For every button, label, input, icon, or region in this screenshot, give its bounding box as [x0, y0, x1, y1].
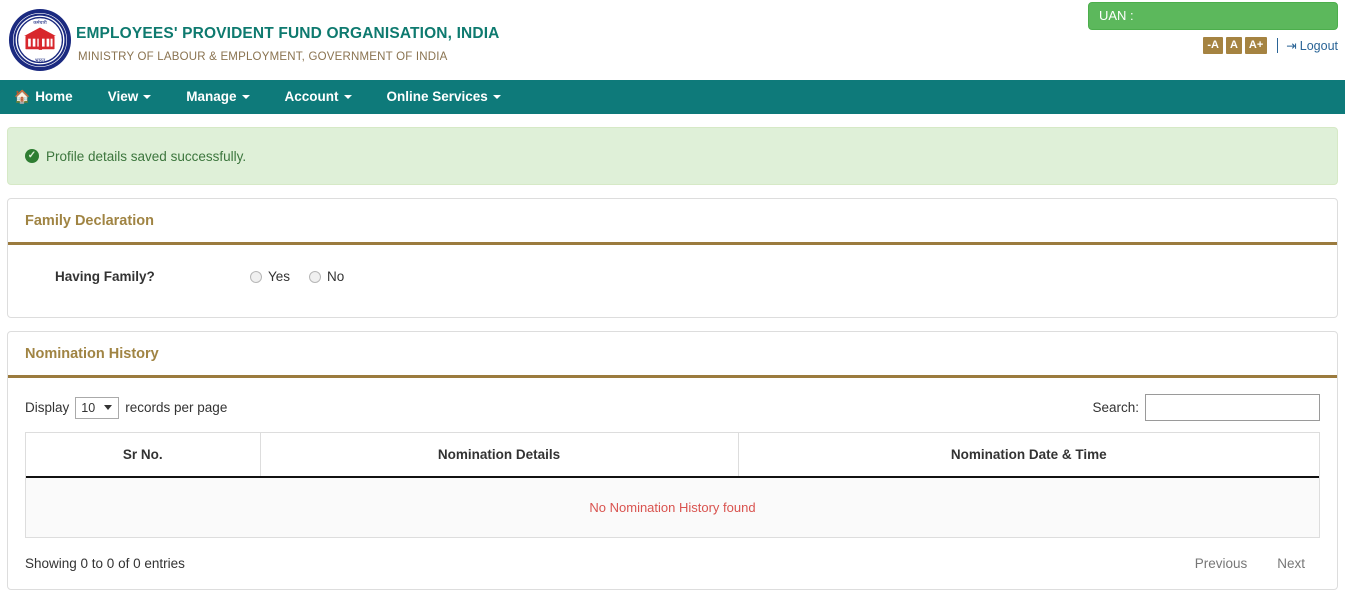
nav-item-account[interactable]: Account — [285, 80, 369, 114]
display-prefix-label: Display — [25, 400, 70, 415]
chevron-down-icon — [143, 95, 152, 100]
having-family-label: Having Family? — [55, 269, 155, 284]
having-family-radio-group: Yes No — [250, 269, 363, 284]
logout-button[interactable]: ⇥ Logout — [1286, 38, 1338, 53]
logout-label: Logout — [1299, 39, 1338, 53]
brand: कर्मचारी भारत EMPLOYEES' PROVIDENT FUND … — [0, 0, 500, 80]
page-content: ✓ Profile details saved successfully. Fa… — [0, 127, 1345, 590]
table-body: No Nomination History found — [26, 477, 1319, 538]
epfo-logo: कर्मचारी भारत — [0, 0, 76, 80]
nav-item-home[interactable]: 🏠 Home — [14, 80, 90, 114]
nomination-history-title: Nomination History — [25, 346, 159, 362]
datatable-footer: Showing 0 to 0 of 0 entries Previous Nex… — [25, 554, 1320, 573]
svg-text:भारत: भारत — [35, 58, 46, 64]
records-per-page-select[interactable]: 10 — [75, 396, 120, 419]
family-declaration-body: Having Family? Yes No — [8, 245, 1337, 317]
radio-no-icon[interactable] — [309, 270, 322, 283]
epfo-emblem-icon: कर्मचारी भारत — [8, 8, 72, 72]
nav-item-home-label: Home — [35, 89, 73, 104]
radio-yes-icon[interactable] — [250, 270, 262, 283]
datatable-controls: Display 10 records per page Search: — [25, 394, 1320, 421]
family-declaration-heading: Family Declaration — [8, 199, 1337, 245]
chevron-down-icon — [104, 405, 113, 410]
font-increase-button[interactable]: A+ — [1244, 37, 1268, 54]
nav-item-online-services-label: Online Services — [386, 89, 488, 104]
having-family-row: Having Family? Yes No — [25, 261, 1320, 301]
column-header-sr-no[interactable]: Sr No. — [26, 433, 261, 478]
header-right: UAN : -A A A+ ⇥ Logout — [1088, 0, 1338, 54]
search-input[interactable] — [1145, 394, 1320, 421]
nav-item-manage-label: Manage — [186, 89, 237, 104]
search-label: Search: — [1092, 400, 1139, 415]
home-icon: 🏠 — [14, 89, 31, 104]
nav-item-view-label: View — [107, 89, 139, 104]
nav-item-view[interactable]: View — [108, 80, 169, 114]
success-alert: ✓ Profile details saved successfully. — [7, 127, 1338, 185]
display-suffix-label: records per page — [125, 400, 228, 415]
font-normal-button[interactable]: A — [1225, 37, 1242, 54]
having-family-no-option[interactable]: No — [309, 269, 344, 284]
uan-display: UAN : — [1088, 2, 1338, 30]
logout-icon: ⇥ — [1286, 39, 1297, 53]
brand-text: EMPLOYEES' PROVIDENT FUND ORGANISATION, … — [76, 0, 500, 63]
nomination-history-body: Display 10 records per page Search: Sr N… — [8, 378, 1337, 589]
having-family-yes-label: Yes — [268, 269, 291, 284]
table-info: Showing 0 to 0 of 0 entries — [25, 556, 185, 571]
table-row: No Nomination History found — [26, 477, 1319, 538]
success-alert-message: Profile details saved successfully. — [46, 148, 247, 164]
nomination-history-table: Sr No. Nomination Details Nomination Dat… — [26, 433, 1319, 538]
organisation-name: EMPLOYEES' PROVIDENT FUND ORGANISATION, … — [76, 25, 500, 42]
next-page-button[interactable]: Next — [1262, 554, 1320, 573]
previous-page-button[interactable]: Previous — [1180, 554, 1263, 573]
font-decrease-button[interactable]: -A — [1203, 37, 1223, 54]
nav-item-account-label: Account — [284, 89, 339, 104]
column-header-nomination-details[interactable]: Nomination Details — [260, 433, 739, 478]
nav-item-online-services[interactable]: Online Services — [387, 80, 518, 114]
site-header: कर्मचारी भारत EMPLOYEES' PROVIDENT FUND … — [0, 0, 1345, 80]
having-family-yes-option[interactable]: Yes — [250, 269, 290, 284]
records-per-page-control: Display 10 records per page — [25, 396, 228, 419]
column-header-nomination-datetime[interactable]: Nomination Date & Time — [738, 433, 1319, 478]
check-circle-icon: ✓ — [25, 149, 39, 163]
family-declaration-panel: Family Declaration Having Family? Yes No — [7, 198, 1338, 318]
chevron-down-icon — [492, 95, 501, 100]
nomination-history-panel: Nomination History Display 10 records pe… — [7, 331, 1338, 590]
toolbar-divider — [1277, 38, 1279, 53]
nomination-history-table-wrap: Sr No. Nomination Details Nomination Dat… — [25, 432, 1320, 538]
nomination-history-heading: Nomination History — [8, 332, 1337, 378]
having-family-no-label: No — [327, 269, 345, 284]
ministry-name: MINISTRY OF LABOUR & EMPLOYMENT, GOVERNM… — [78, 51, 448, 64]
search-control: Search: — [1092, 394, 1320, 421]
table-head: Sr No. Nomination Details Nomination Dat… — [26, 433, 1319, 478]
empty-message-cell: No Nomination History found — [26, 477, 1319, 538]
chevron-down-icon — [343, 95, 352, 100]
nav-item-manage[interactable]: Manage — [186, 80, 266, 114]
main-navigation: 🏠 Home View Manage Account Online Service… — [0, 80, 1345, 114]
pagination: Previous Next — [1180, 554, 1320, 573]
records-per-page-value: 10 — [81, 400, 96, 415]
header-tools: -A A A+ ⇥ Logout — [1088, 37, 1338, 54]
chevron-down-icon — [241, 95, 250, 100]
table-header-row: Sr No. Nomination Details Nomination Dat… — [26, 433, 1319, 478]
family-declaration-title: Family Declaration — [25, 213, 154, 229]
